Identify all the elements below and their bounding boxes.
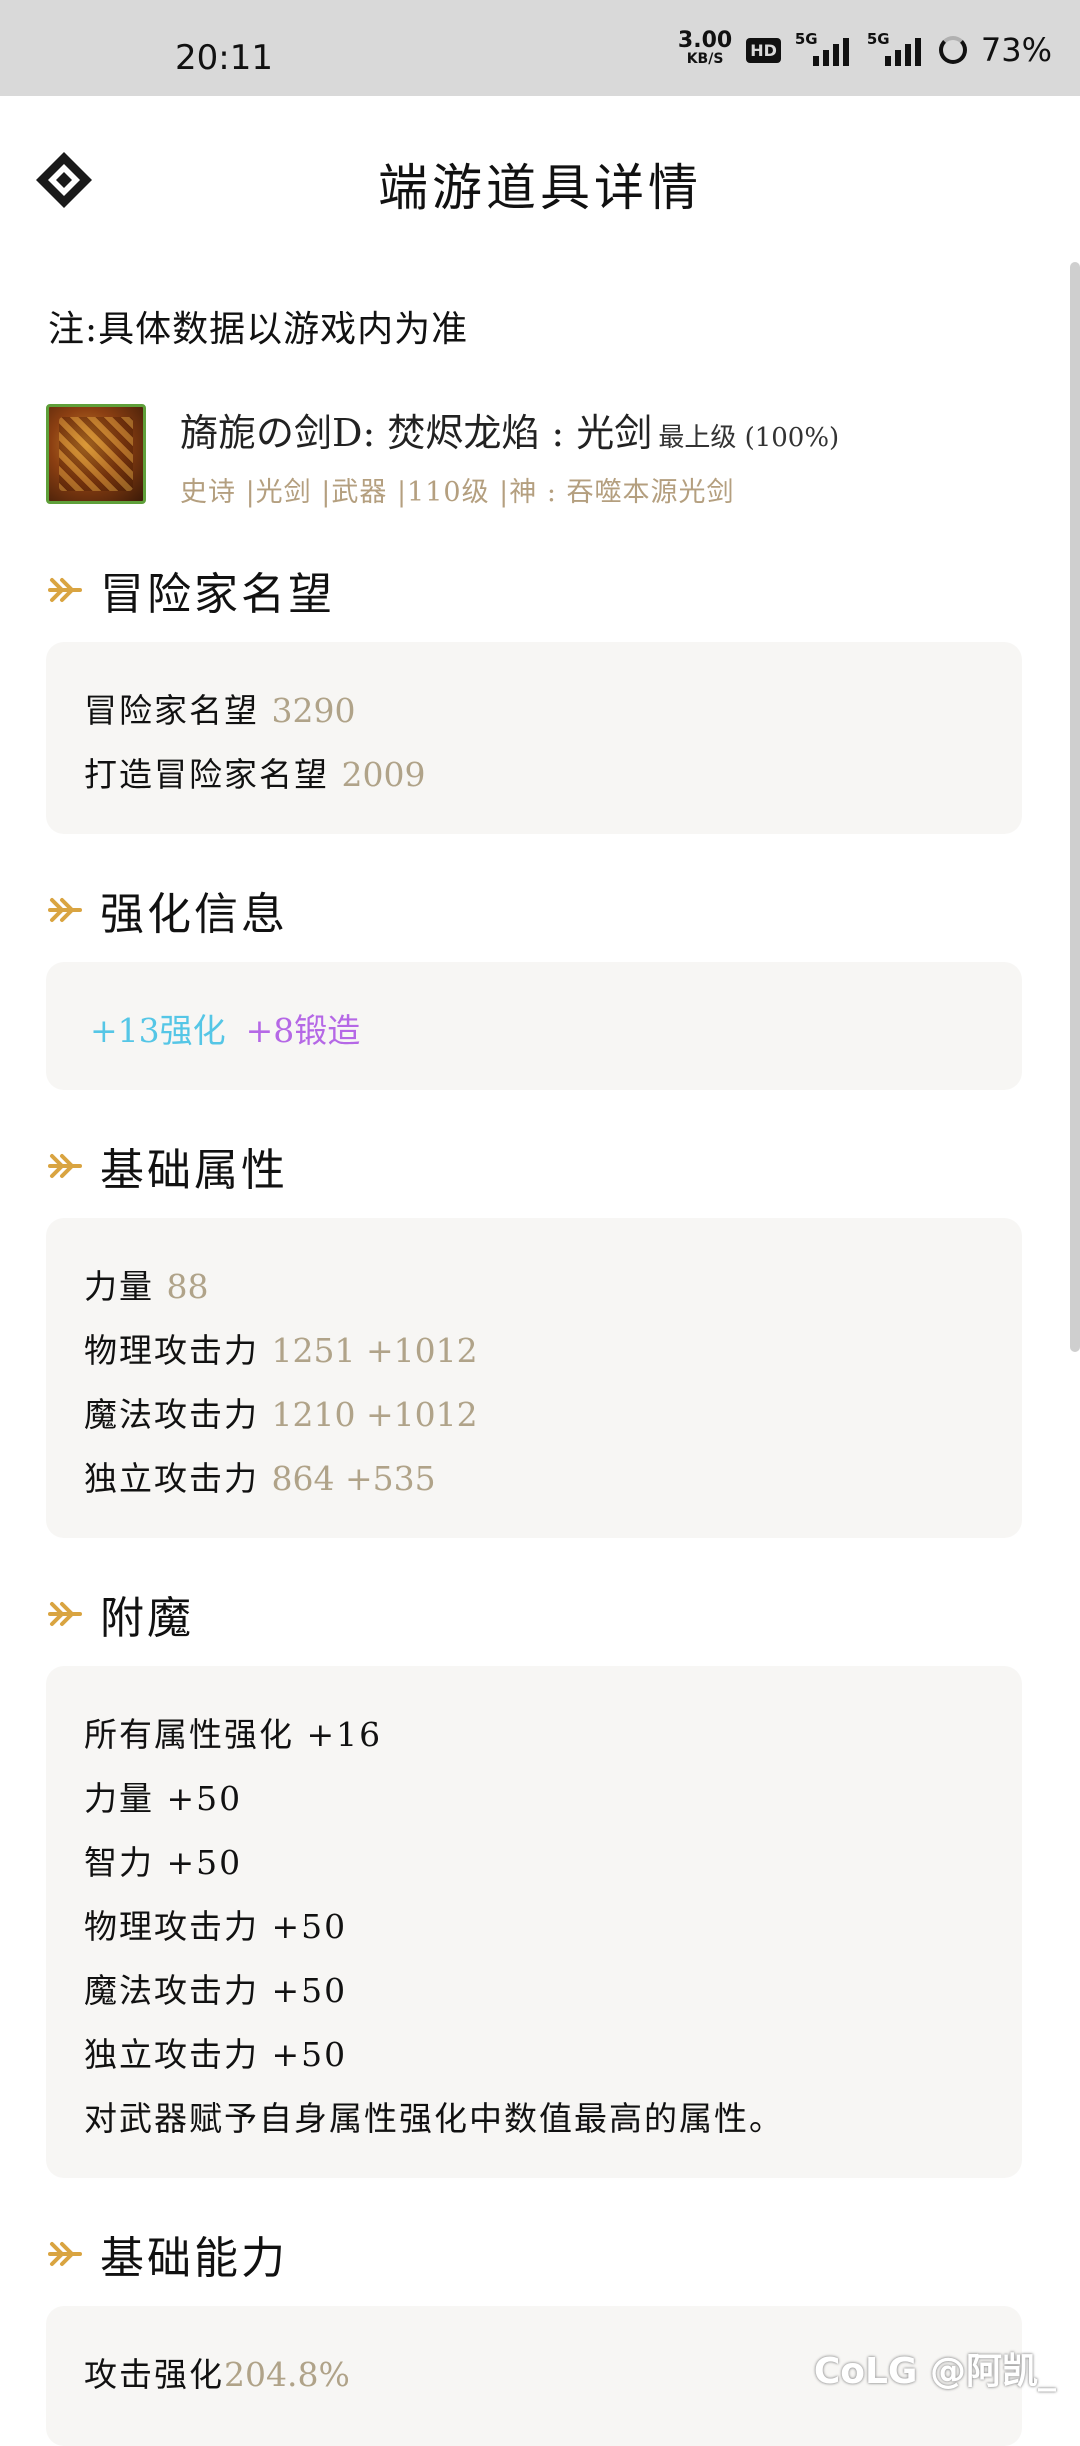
signal-5g-icon-2: 5G xyxy=(867,30,925,70)
attr-row: 物理攻击力 1251 +1012 xyxy=(84,1324,478,1372)
battery-level: 73% xyxy=(980,31,1052,69)
section-title-base-attr: 基础属性 xyxy=(46,1134,288,1198)
attr-value: 864 +535 xyxy=(271,1459,436,1498)
section-title-text: 附魔 xyxy=(100,1593,194,1644)
enchant-row: 魔法攻击力 +50 xyxy=(84,1971,348,2010)
section-title-text: 基础属性 xyxy=(100,1145,288,1196)
attr-label: 独立攻击力 xyxy=(84,1459,272,1498)
attr-row: 独立攻击力 864 +535 xyxy=(84,1452,436,1500)
section-title-ability: 基础能力 xyxy=(46,2222,288,2286)
attr-label: 物理攻击力 xyxy=(84,1331,272,1370)
signal-5g-icon: 5G xyxy=(795,30,853,70)
enchant-row: 所有属性强化 +16 xyxy=(84,1715,383,1754)
forge-fame-value: 2009 xyxy=(341,755,426,794)
attr-value: 1251 +1012 xyxy=(271,1331,478,1370)
fame-card: 冒险家名望 3290 打造冒险家名望 2009 xyxy=(46,642,1022,834)
double-chevron-icon xyxy=(48,578,82,602)
status-icons: 3.00 KB/S HD 5G 5G 73% xyxy=(678,30,1052,70)
ability-label: 攻击强化 xyxy=(84,2355,224,2394)
item-grade: 最上级 (100%) xyxy=(658,423,840,453)
base-attr-card: 力量 88 物理攻击力 1251 +1012 魔法攻击力 1210 +1012 … xyxy=(46,1218,1022,1538)
double-chevron-icon xyxy=(48,1154,82,1178)
status-bar: 20:11 3.00 KB/S HD 5G 5G 73% xyxy=(0,0,1080,96)
attr-row: 魔法攻击力 1210 +1012 xyxy=(84,1388,478,1436)
double-chevron-icon xyxy=(48,1602,82,1626)
forge-fame-row: 打造冒险家名望 2009 xyxy=(84,748,425,796)
attr-value: 88 xyxy=(166,1267,209,1306)
double-chevron-icon xyxy=(48,2242,82,2266)
double-chevron-icon xyxy=(48,898,82,922)
enchant-description: 对武器赋予自身属性强化中数值最高的属性。 xyxy=(84,2099,784,2138)
scrollbar[interactable] xyxy=(1070,262,1080,1352)
attr-label: 魔法攻击力 xyxy=(84,1395,272,1434)
section-title-enchant: 附魔 xyxy=(46,1582,194,1646)
page-title: 端游道具详情 xyxy=(378,159,702,217)
forge-fame-label: 打造冒险家名望 xyxy=(84,755,342,794)
weapon-item-icon xyxy=(46,404,146,504)
enchant-row: 智力 +50 xyxy=(84,1843,243,1882)
status-time: 20:11 xyxy=(175,38,273,78)
fame-label: 冒险家名望 xyxy=(84,691,272,730)
section-title-fame: 冒险家名望 xyxy=(46,558,335,622)
attr-label: 力量 xyxy=(84,1267,167,1306)
section-title-enhance: 强化信息 xyxy=(46,878,288,942)
app-header: 端游道具详情 xyxy=(0,96,1080,266)
network-speed-unit: KB/S xyxy=(686,51,724,67)
ability-row: 攻击强化204.8% xyxy=(84,2348,350,2396)
item-name: 旖旎の剑D: 焚烬龙焰 : 光剑 最上级 (100%) xyxy=(180,402,839,457)
section-title-text: 基础能力 xyxy=(100,2233,288,2284)
enchant-card: 所有属性强化 +16 力量 +50 智力 +50 物理攻击力 +50 魔法攻击力… xyxy=(46,1666,1022,2178)
item-tags: 史诗 |光剑 |武器 |110级 |神 : 吞噬本源光剑 xyxy=(180,477,735,508)
forge-level: +8锻造 xyxy=(245,1011,361,1050)
data-disclaimer-note: 注:具体数据以游戏内为准 xyxy=(48,309,469,350)
enchant-row: 独立攻击力 +50 xyxy=(84,2035,348,2074)
enchant-row: 物理攻击力 +50 xyxy=(84,1907,348,1946)
battery-icon xyxy=(938,36,967,64)
attr-value: 1210 +1012 xyxy=(271,1395,478,1434)
section-title-text: 冒险家名望 xyxy=(100,569,335,620)
enhance-row: +13强化 +8锻造 xyxy=(90,1004,360,1052)
fame-row: 冒险家名望 3290 xyxy=(84,684,355,732)
item-name-text: 旖旎の剑D: 焚烬龙焰 : 光剑 xyxy=(180,411,653,455)
attr-row: 力量 88 xyxy=(84,1260,209,1308)
reinforce-level: +13强化 xyxy=(90,1011,226,1050)
enhance-card: +13强化 +8锻造 xyxy=(46,962,1022,1090)
ability-value: 204.8% xyxy=(224,2355,350,2394)
section-title-text: 强化信息 xyxy=(100,889,288,940)
hd-voice-icon: HD xyxy=(746,37,781,63)
network-speed-value: 3.00 xyxy=(677,28,733,53)
item-summary: 旖旎の剑D: 焚烬龙焰 : 光剑 最上级 (100%) 史诗 |光剑 |武器 |1… xyxy=(46,404,1046,508)
enchant-row: 力量 +50 xyxy=(84,1779,243,1818)
watermark: CoLG @阿凯_ xyxy=(813,2351,1056,2392)
fame-value: 3290 xyxy=(271,691,356,730)
network-speed: 3.00 KB/S xyxy=(677,28,733,68)
